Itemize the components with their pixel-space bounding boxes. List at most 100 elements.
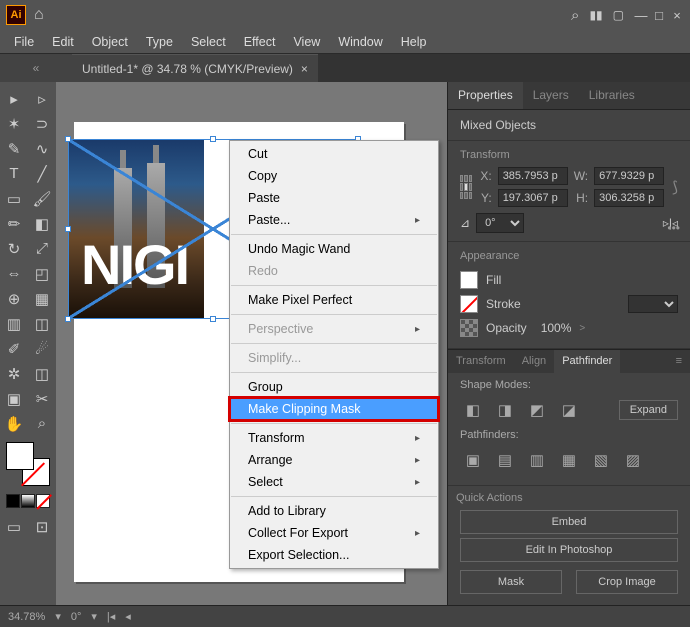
- more-options-icon[interactable]: •••: [667, 221, 680, 235]
- opacity-swatch[interactable]: [460, 319, 478, 337]
- selection-handle[interactable]: [210, 136, 216, 142]
- selection-handle[interactable]: [65, 136, 71, 142]
- zoom-tool[interactable]: ⌕: [28, 411, 56, 436]
- artboard-nav-first-icon[interactable]: |◂: [107, 610, 115, 623]
- menu-window[interactable]: Window: [330, 33, 390, 51]
- context-menu-item[interactable]: Add to Library: [230, 500, 438, 522]
- rotate-view[interactable]: 0°: [71, 611, 82, 623]
- workspace-icon[interactable]: ▮▮: [589, 8, 602, 22]
- curvature-tool[interactable]: ∿: [28, 136, 56, 161]
- eraser-tool[interactable]: ◧: [28, 211, 56, 236]
- hand-tool[interactable]: ✋: [0, 411, 28, 436]
- perspective-tool[interactable]: ▦: [28, 286, 56, 311]
- edit-mode-tool[interactable]: ⊡: [28, 514, 56, 539]
- crop-image-button[interactable]: Crop Image: [576, 570, 678, 594]
- close-button[interactable]: ×: [670, 8, 684, 22]
- direct-selection-tool[interactable]: ▹: [28, 86, 56, 111]
- zoom-level[interactable]: 34.78%: [8, 611, 45, 623]
- intersect-icon[interactable]: ◩: [524, 399, 550, 421]
- mesh-tool[interactable]: ▥: [0, 311, 28, 336]
- tab-libraries[interactable]: Libraries: [579, 82, 645, 109]
- selection-handle[interactable]: [65, 226, 71, 232]
- search-icon[interactable]: ⌕: [571, 7, 579, 24]
- artboard-nav-prev-icon[interactable]: ◂: [125, 610, 131, 623]
- y-input[interactable]: [498, 189, 568, 207]
- shaper-tool[interactable]: ✏: [0, 211, 28, 236]
- rotate-tool[interactable]: ↻: [0, 236, 28, 261]
- menu-object[interactable]: Object: [84, 33, 136, 51]
- menu-select[interactable]: Select: [183, 33, 234, 51]
- pen-tool[interactable]: ✎: [0, 136, 28, 161]
- rotate-input[interactable]: 0°: [476, 213, 524, 233]
- dock-toggle[interactable]: «: [0, 54, 72, 82]
- context-menu-item[interactable]: Paste...▸: [230, 209, 438, 231]
- expand-button[interactable]: Expand: [619, 400, 678, 420]
- maximize-button[interactable]: □: [652, 8, 666, 22]
- brush-tool[interactable]: 🖌: [28, 186, 56, 211]
- tab-pathfinder[interactable]: Pathfinder: [554, 350, 620, 373]
- selection-handle[interactable]: [65, 316, 71, 322]
- shape-builder-tool[interactable]: ⊕: [0, 286, 28, 311]
- unite-icon[interactable]: ◧: [460, 399, 486, 421]
- stroke-swatch[interactable]: [460, 295, 478, 313]
- minus-back-icon[interactable]: ▨: [620, 449, 646, 471]
- fill-stroke-swatch[interactable]: [6, 442, 50, 486]
- fill-swatch[interactable]: [460, 271, 478, 289]
- context-menu-item[interactable]: Select▸: [230, 471, 438, 493]
- slice-tool[interactable]: ✂: [28, 386, 56, 411]
- rectangle-tool[interactable]: ▭: [0, 186, 28, 211]
- context-menu-item[interactable]: Copy: [230, 165, 438, 187]
- panel-menu-icon[interactable]: ≡: [668, 350, 690, 373]
- scale-tool[interactable]: ⤢: [28, 236, 56, 261]
- tab-transform[interactable]: Transform: [448, 350, 514, 373]
- outline-icon[interactable]: ▧: [588, 449, 614, 471]
- lasso-tool[interactable]: ⊃: [28, 111, 56, 136]
- merge-icon[interactable]: ▥: [524, 449, 550, 471]
- context-menu-item[interactable]: Make Clipping Mask: [230, 398, 438, 420]
- tab-align[interactable]: Align: [514, 350, 554, 373]
- trim-icon[interactable]: ▤: [492, 449, 518, 471]
- menu-edit[interactable]: Edit: [44, 33, 82, 51]
- context-menu-item[interactable]: Undo Magic Wand: [230, 238, 438, 260]
- home-icon[interactable]: ⌂: [34, 6, 44, 24]
- exclude-icon[interactable]: ◪: [556, 399, 582, 421]
- w-input[interactable]: [594, 167, 664, 185]
- line-tool[interactable]: ╱: [28, 161, 56, 186]
- magic-wand-tool[interactable]: ✶: [0, 111, 28, 136]
- color-mode-swatches[interactable]: [6, 494, 50, 508]
- link-wh-icon[interactable]: ⟆: [672, 178, 678, 196]
- minus-front-icon[interactable]: ◨: [492, 399, 518, 421]
- tab-layers[interactable]: Layers: [523, 82, 579, 109]
- menu-view[interactable]: View: [285, 33, 328, 51]
- gradient-tool[interactable]: ◫: [28, 311, 56, 336]
- artboard-tool[interactable]: ▣: [0, 386, 28, 411]
- context-menu-item[interactable]: Arrange▸: [230, 449, 438, 471]
- x-input[interactable]: [498, 167, 568, 185]
- h-input[interactable]: [594, 189, 664, 207]
- minimize-button[interactable]: —: [634, 8, 648, 22]
- eyedropper-tool[interactable]: ✐: [0, 336, 28, 361]
- context-menu-item[interactable]: Export Selection...: [230, 544, 438, 566]
- screen-mode-tool[interactable]: ▭: [0, 514, 28, 539]
- type-tool[interactable]: T: [0, 161, 28, 186]
- menu-type[interactable]: Type: [138, 33, 181, 51]
- stroke-weight-input[interactable]: [628, 295, 678, 313]
- free-transform-tool[interactable]: ◰: [28, 261, 56, 286]
- graph-tool[interactable]: ◫: [28, 361, 56, 386]
- edit-in-photoshop-button[interactable]: Edit In Photoshop: [460, 538, 678, 562]
- reference-point[interactable]: [460, 175, 472, 199]
- arrange-docs-icon[interactable]: ▢: [613, 8, 624, 22]
- context-menu-item[interactable]: Collect For Export▸: [230, 522, 438, 544]
- menu-file[interactable]: File: [6, 33, 42, 51]
- mask-button[interactable]: Mask: [460, 570, 562, 594]
- context-menu-item[interactable]: Transform▸: [230, 427, 438, 449]
- context-menu-item[interactable]: Cut: [230, 143, 438, 165]
- width-tool[interactable]: ⇔: [0, 261, 28, 286]
- symbol-sprayer-tool[interactable]: ✲: [0, 361, 28, 386]
- context-menu-item[interactable]: Paste: [230, 187, 438, 209]
- tab-properties[interactable]: Properties: [448, 82, 523, 109]
- opacity-value[interactable]: 100%: [541, 321, 572, 335]
- embed-button[interactable]: Embed: [460, 510, 678, 534]
- menu-help[interactable]: Help: [393, 33, 435, 51]
- crop-icon[interactable]: ▦: [556, 449, 582, 471]
